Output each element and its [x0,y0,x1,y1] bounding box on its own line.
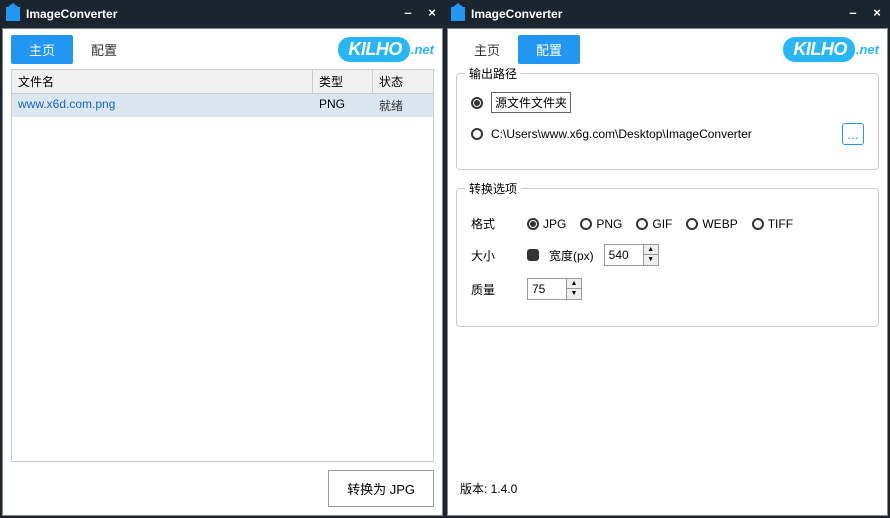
quality-field[interactable] [528,282,566,296]
logo[interactable]: KILHO .net [783,37,879,62]
size-label: 大小 [471,247,517,264]
group-title-output: 输出路径 [465,65,521,82]
titlebar[interactable]: ImageConverter – × [445,0,890,28]
col-header-type[interactable]: 类型 [313,70,373,93]
col-header-name[interactable]: 文件名 [12,70,313,93]
close-button[interactable]: × [870,7,884,21]
logo-suffix: .net [856,42,879,57]
radio-custom-path[interactable] [471,128,483,140]
width-checkbox[interactable] [527,249,539,261]
app-icon [451,7,465,21]
window-main: ImageConverter – × 主页 配置 KILHO .net 文件名 … [0,0,445,518]
cell-name: www.x6d.com.png [12,94,313,117]
tab-main[interactable]: 主页 [11,35,73,64]
format-label: 格式 [471,215,517,232]
radio-icon [636,218,648,230]
logo-text: KILHO [338,37,410,62]
radio-icon [527,218,539,230]
width-spin-up[interactable]: ▲ [644,245,658,255]
tab-bar: 主页 配置 KILHO .net [3,29,442,69]
radio-icon [686,218,698,230]
custom-path-text: C:\Users\www.x6g.com\Desktop\ImageConver… [491,127,752,141]
logo[interactable]: KILHO .net [338,37,434,62]
format-webp[interactable]: WEBP [686,217,737,231]
logo-suffix: .net [411,42,434,57]
quality-input[interactable]: ▲ ▼ [527,278,582,300]
logo-text: KILHO [783,37,855,62]
minimize-button[interactable]: – [846,7,860,21]
cell-status: 就绪 [373,94,433,117]
group-title-options: 转换选项 [465,180,521,197]
window-title: ImageConverter [471,7,846,21]
convert-options-group: 转换选项 格式 JPG PNG GIF WEBP TIFF 大小 宽度(px) [456,188,879,327]
file-table[interactable]: www.x6d.com.png PNG 就绪 [11,94,434,462]
source-folder-label: 源文件文件夹 [491,92,571,113]
format-jpg[interactable]: JPG [527,217,566,231]
window-config: ImageConverter – × 主页 配置 KILHO .net 输出路径… [445,0,890,518]
close-button[interactable]: × [425,7,439,21]
cell-type: PNG [313,94,373,117]
radio-source-folder[interactable] [471,97,483,109]
version-label: 版本: 1.4.0 [456,470,879,507]
tab-main[interactable]: 主页 [456,35,518,64]
table-row[interactable]: www.x6d.com.png PNG 就绪 [12,94,433,117]
format-gif[interactable]: GIF [636,217,672,231]
minimize-button[interactable]: – [401,7,415,21]
tab-config[interactable]: 配置 [518,35,580,64]
width-spin-down[interactable]: ▼ [644,255,658,265]
app-icon [6,7,20,21]
format-tiff[interactable]: TIFF [752,217,793,231]
table-header: 文件名 类型 状态 [11,69,434,94]
convert-button[interactable]: 转换为 JPG [328,470,434,507]
width-field[interactable] [605,248,643,262]
quality-label: 质量 [471,281,517,298]
format-png[interactable]: PNG [580,217,622,231]
radio-icon [580,218,592,230]
tab-bar: 主页 配置 KILHO .net [448,29,887,69]
quality-spin-up[interactable]: ▲ [567,279,581,289]
window-title: ImageConverter [26,7,401,21]
radio-icon [752,218,764,230]
tab-config[interactable]: 配置 [73,35,135,64]
col-header-status[interactable]: 状态 [373,70,433,93]
width-label: 宽度(px) [549,247,594,264]
browse-button[interactable]: ... [842,123,864,145]
width-input[interactable]: ▲ ▼ [604,244,659,266]
format-options: JPG PNG GIF WEBP TIFF [527,217,793,231]
output-path-group: 输出路径 源文件文件夹 C:\Users\www.x6g.com\Desktop… [456,73,879,170]
quality-spin-down[interactable]: ▼ [567,289,581,299]
titlebar[interactable]: ImageConverter – × [0,0,445,28]
